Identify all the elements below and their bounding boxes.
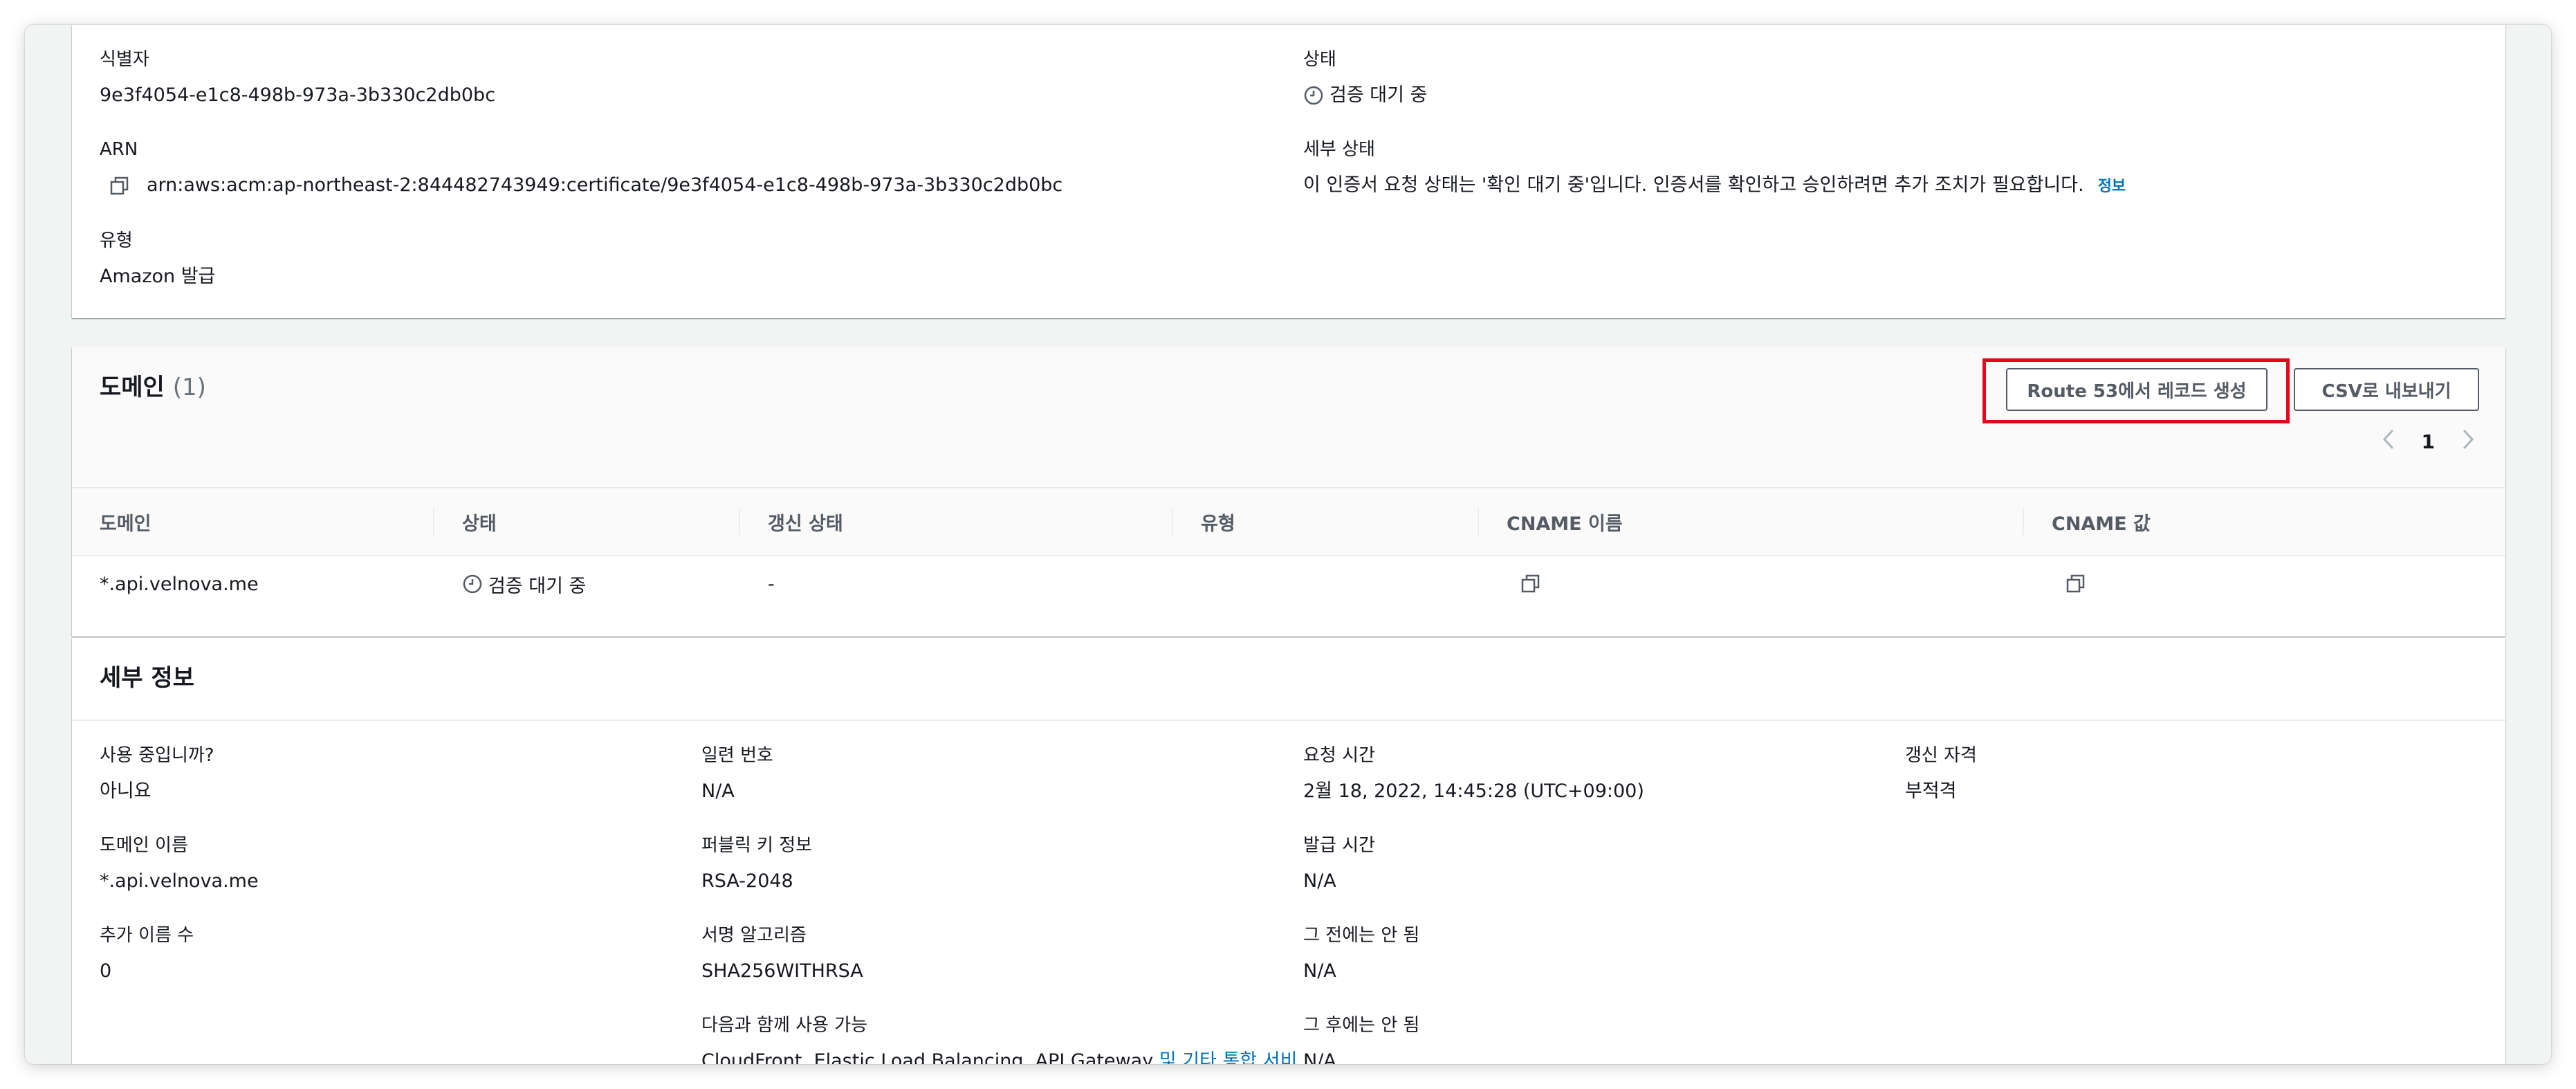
serial-number-label: 일련 번호 — [701, 745, 773, 766]
serial-number-field: 일련 번호 N/A — [701, 743, 773, 805]
domains-table-header: 도메인 상태 갱신 상태 유형 CNAME 이름 CNAME 값 — [72, 488, 2505, 556]
info-link[interactable]: 정보 — [2098, 178, 2126, 195]
pagination: 1 — [2379, 428, 2478, 456]
not-before-value: N/A — [1303, 960, 1336, 982]
public-key-label: 퍼블릭 키 정보 — [701, 835, 813, 856]
not-after-field: 그 후에는 안 됨 N/A — [1303, 1013, 1419, 1064]
renewal-eligibility-label: 갱신 자격 — [1905, 745, 1977, 766]
details-panel: 세부 정보 사용 중입니까? 아니요 도메인 이름 *.api.velnova.… — [72, 638, 2505, 1064]
signature-algorithm-label: 서명 알고리즘 — [701, 925, 807, 946]
domain-name-value: *.api.velnova.me — [100, 870, 259, 892]
details-title: 세부 정보 — [100, 664, 194, 692]
usable-with-label: 다음과 함께 사용 가능 — [701, 1015, 868, 1036]
public-key-value: RSA-2048 — [701, 870, 793, 892]
signature-algorithm-field: 서명 알고리즘 SHA256WITHRSA — [701, 923, 863, 985]
additional-names-label: 추가 이름 수 — [100, 925, 194, 946]
domain-cell: *.api.velnova.me — [100, 573, 259, 595]
type-value: Amazon 발급 — [100, 266, 216, 287]
signature-algorithm-value: SHA256WITHRSA — [701, 960, 863, 982]
requested-at-field: 요청 시간 2월 18, 2022, 14:45:28 (UTC+09:00) — [1303, 743, 1644, 805]
browser-window: 식별자 9e3f4054-e1c8-498b-973a-3b330c2db0bc… — [25, 25, 2551, 1064]
detail-status-value: 이 인증서 요청 상태는 '확인 대기 중'입니다. 인증서를 확인하고 승인하… — [1303, 174, 2084, 196]
arn-value: arn:aws:acm:ap-northeast-2:844482743949:… — [147, 174, 1063, 196]
identifier-field: 식별자 9e3f4054-e1c8-498b-973a-3b330c2db0bc — [100, 47, 495, 109]
requested-at-value: 2월 18, 2022, 14:45:28 (UTC+09:00) — [1303, 780, 1644, 802]
cname-value-cell — [2024, 556, 2505, 612]
column-header-cname-value[interactable]: CNAME 값 — [2024, 488, 2505, 555]
serial-number-value: N/A — [701, 780, 735, 802]
chevron-left-icon[interactable] — [2379, 428, 2398, 456]
certificate-status-panel: 식별자 9e3f4054-e1c8-498b-973a-3b330c2db0bc… — [72, 25, 2505, 318]
usable-with-value: CloudFront, Elastic Load Balancing, API … — [701, 1050, 1154, 1064]
details-header: 세부 정보 — [72, 638, 2505, 721]
issued-at-label: 발급 시간 — [1303, 835, 1375, 856]
column-header-domain[interactable]: 도메인 — [72, 488, 433, 555]
status-cell-text: 검증 대기 중 — [488, 575, 587, 597]
issued-at-field: 발급 시간 N/A — [1303, 833, 1375, 895]
domains-title: 도메인 (1) — [100, 371, 206, 404]
clock-icon — [1303, 85, 1324, 106]
type-label: 유형 — [100, 230, 133, 251]
usable-with-field: 다음과 함께 사용 가능 CloudFront, Elastic Load Ba… — [701, 1013, 1297, 1064]
domain-name-label: 도메인 이름 — [100, 835, 188, 856]
column-header-type[interactable]: 유형 — [1173, 488, 1478, 555]
issued-at-value: N/A — [1303, 870, 1336, 892]
detail-status-value-row: 이 인증서 요청 상태는 '확인 대기 중'입니다. 인증서를 확인하고 승인하… — [1303, 172, 2126, 201]
usable-with-value-row: CloudFront, Elastic Load Balancing, API … — [701, 1047, 1297, 1064]
current-page[interactable]: 1 — [2422, 430, 2435, 453]
arn-field: ARN arn:aws:acm:ap-northeast-2:844482743… — [100, 137, 1062, 199]
identifier-label: 식별자 — [100, 49, 149, 70]
create-route53-record-button[interactable]: Route 53에서 레코드 생성 — [2006, 368, 2267, 411]
status-field: 상태 검증 대기 중 — [1303, 47, 1427, 109]
table-row: *.api.velnova.me 검증 대기 중 - — [72, 556, 2505, 612]
clock-icon — [462, 574, 483, 594]
identifier-value: 9e3f4054-e1c8-498b-973a-3b330c2db0bc — [100, 84, 496, 106]
renewal-eligibility-value: 부적격 — [1905, 780, 1957, 802]
renewal-eligibility-field: 갱신 자격 부적격 — [1905, 743, 1977, 805]
column-header-renewal-status[interactable]: 갱신 상태 — [740, 488, 1172, 555]
not-after-label: 그 후에는 안 됨 — [1303, 1015, 1420, 1036]
column-header-status[interactable]: 상태 — [434, 488, 739, 555]
additional-names-field: 추가 이름 수 0 — [100, 923, 194, 985]
domains-header: 도메인 (1) Route 53에서 레코드 생성 CSV로 내보내기 1 — [72, 347, 2505, 488]
detail-status-label: 세부 상태 — [1303, 139, 1375, 160]
integrated-services-link[interactable]: 및 기타 통합 서비 — [1159, 1050, 1298, 1064]
not-before-label: 그 전에는 안 됨 — [1303, 925, 1420, 946]
cname-name-cell — [1479, 556, 2024, 612]
copy-icon[interactable] — [1520, 574, 1541, 594]
status-value-row: 검증 대기 중 — [1303, 82, 1427, 109]
export-csv-button[interactable]: CSV로 내보내기 — [2294, 368, 2479, 411]
copy-icon[interactable] — [2066, 574, 2086, 594]
copy-icon[interactable] — [109, 176, 130, 196]
chevron-right-icon[interactable] — [2458, 428, 2478, 456]
status-label: 상태 — [1303, 49, 1336, 70]
detail-status-field: 세부 상태 이 인증서 요청 상태는 '확인 대기 중'입니다. 인증서를 확인… — [1303, 137, 2126, 201]
domains-count: (1) — [172, 374, 206, 401]
type-cell — [1173, 556, 1479, 612]
domain-name-field: 도메인 이름 *.api.velnova.me — [100, 833, 259, 895]
public-key-field: 퍼블릭 키 정보 RSA-2048 — [701, 833, 812, 895]
arn-label: ARN — [100, 139, 138, 160]
domains-panel: 도메인 (1) Route 53에서 레코드 생성 CSV로 내보내기 1 도메… — [72, 347, 2505, 637]
not-before-field: 그 전에는 안 됨 N/A — [1303, 923, 1419, 985]
in-use-field: 사용 중입니까? 아니요 — [100, 743, 214, 805]
status-cell: 검증 대기 중 — [434, 556, 740, 612]
column-header-cname-name[interactable]: CNAME 이름 — [1479, 488, 2023, 555]
domains-title-text: 도메인 — [100, 374, 165, 401]
status-value: 검증 대기 중 — [1330, 84, 1428, 106]
arn-value-row: arn:aws:acm:ap-northeast-2:844482743949:… — [100, 172, 1062, 199]
requested-at-label: 요청 시간 — [1303, 745, 1375, 766]
in-use-value: 아니요 — [100, 780, 151, 802]
additional-names-value: 0 — [100, 960, 112, 982]
not-after-value: N/A — [1303, 1050, 1336, 1064]
in-use-label: 사용 중입니까? — [100, 745, 214, 766]
type-field: 유형 Amazon 발급 — [100, 228, 215, 291]
renewal-status-cell: - — [768, 573, 775, 595]
